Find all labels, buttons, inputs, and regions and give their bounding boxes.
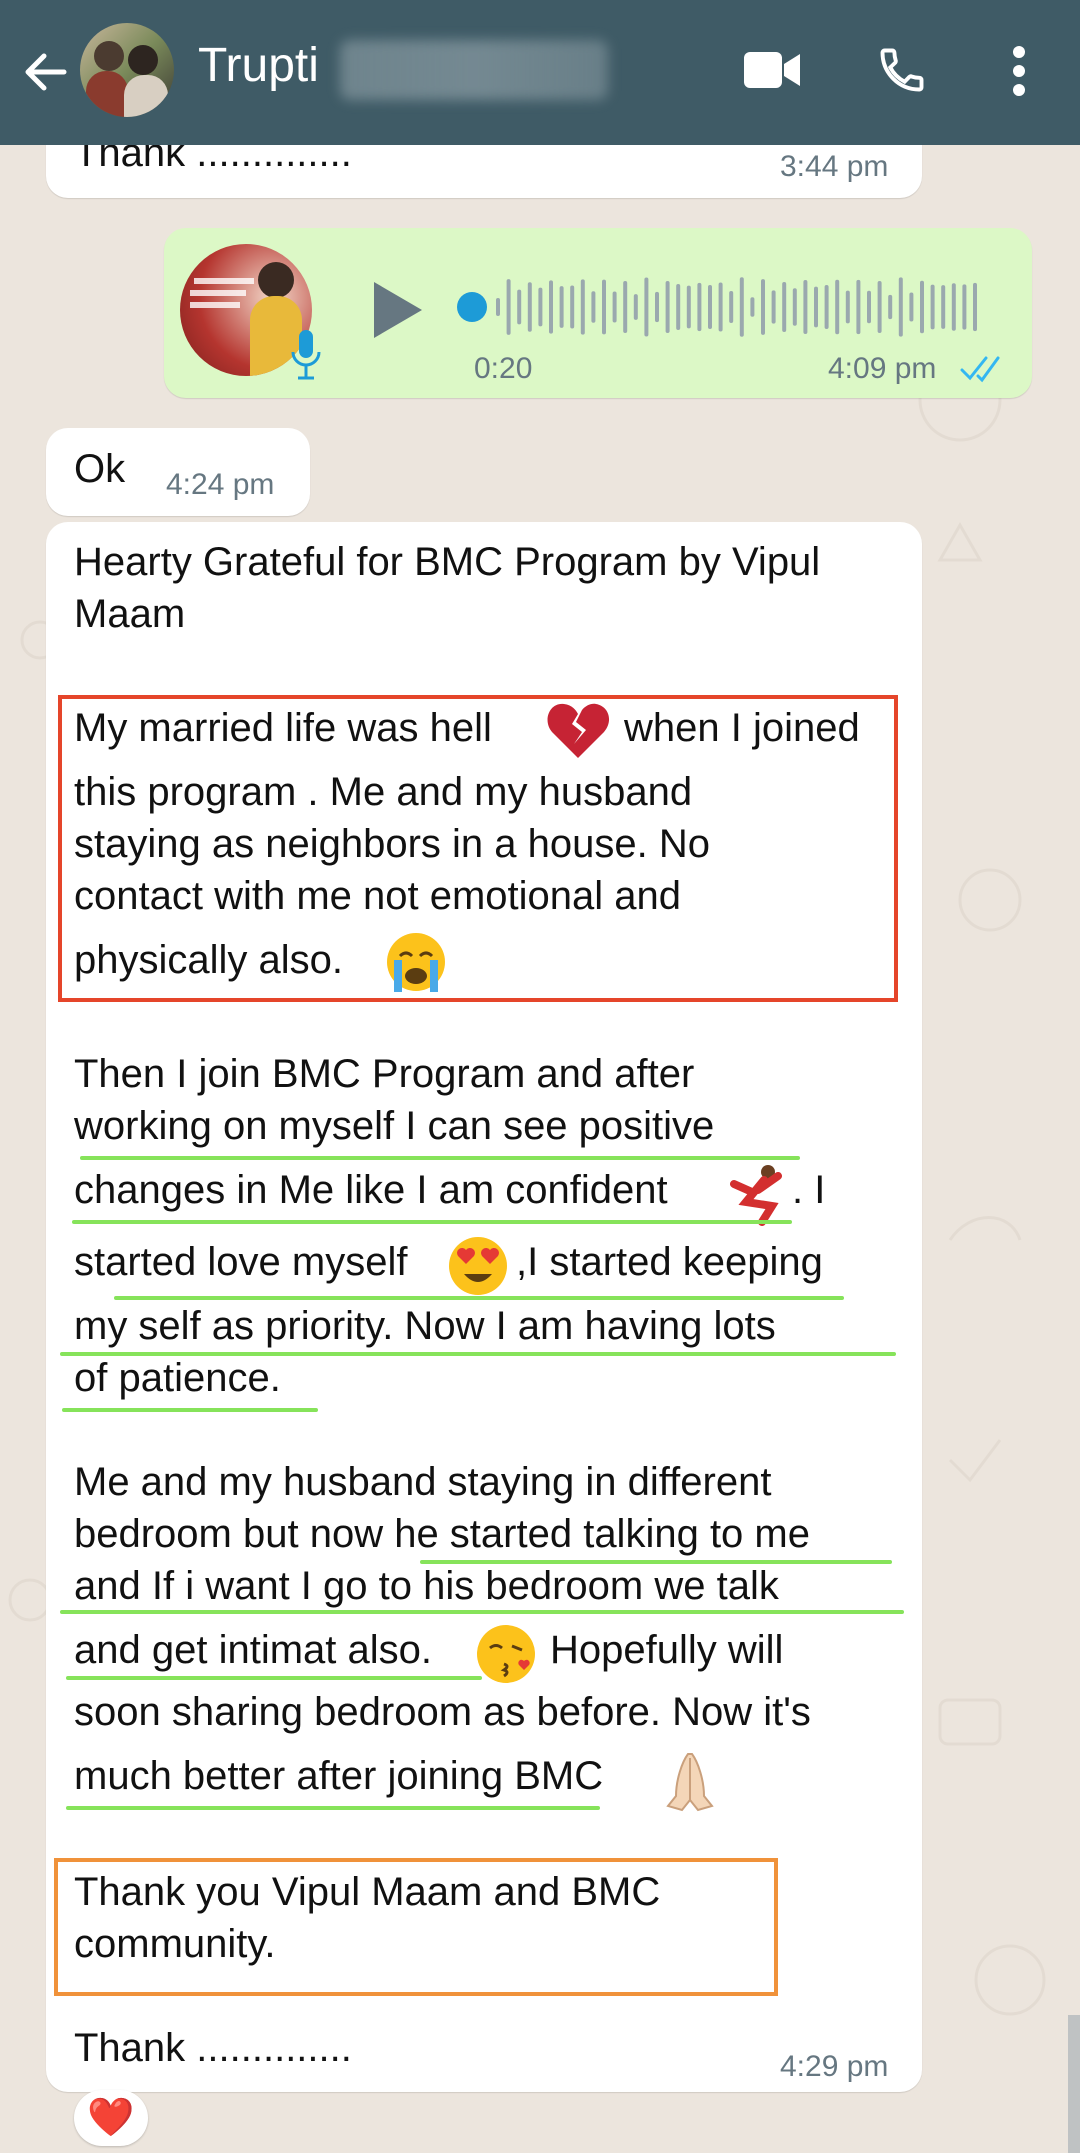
green-underline (66, 1676, 482, 1680)
chat-header: Trupti (0, 0, 1080, 145)
p2-line-3a: changes in Me like I am confident (74, 1168, 668, 1212)
green-underline (114, 1296, 844, 1300)
p1-line-3: staying as neighbors in a house. No (74, 822, 710, 866)
more-vert-icon[interactable] (1008, 44, 1030, 98)
p1-line-5: physically also. (74, 938, 344, 982)
p3-line-4a: and get intimat also. (74, 1628, 432, 1672)
p3-line-2: bedroom but now he started talking to me (74, 1512, 810, 1556)
p3-line-1: Me and my husband staying in different (74, 1460, 772, 1504)
voice-duration: 0:20 (474, 352, 533, 385)
p2-line-6: of patience. (74, 1356, 281, 1400)
p4-line-2: community. (74, 1922, 276, 1966)
redacted-surname (340, 40, 608, 100)
closing-text: Thank .............. (74, 2026, 352, 2070)
back-arrow-icon[interactable] (18, 44, 74, 100)
read-receipt-icon (960, 356, 1000, 383)
green-underline (72, 1220, 792, 1224)
contact-name[interactable]: Trupti (198, 38, 319, 93)
message-text: Ok (74, 447, 126, 491)
p3-line-6: much better after joining BMC (74, 1754, 604, 1798)
green-underline (60, 1610, 904, 1614)
message-time: 3:44 pm (780, 150, 889, 183)
p2-line-2: working on myself I can see positive (74, 1104, 715, 1148)
heart-eyes-emoji (449, 1237, 507, 1295)
play-button[interactable] (370, 278, 426, 342)
heading-line-1: Hearty Grateful for BMC Program by Vipul (74, 540, 821, 584)
voice-waveform[interactable] (454, 272, 994, 342)
p2-line-3b: . I (792, 1168, 826, 1212)
message-bubble-ok[interactable]: Ok 4:24 pm (46, 428, 310, 516)
p2-line-4b: ,I started keeping (516, 1240, 823, 1284)
message-time: 4:09 pm (828, 352, 937, 385)
p3-line-5: soon sharing bedroom as before. Now it's (74, 1690, 811, 1734)
p4-line-1: Thank you Vipul Maam and BMC (74, 1870, 661, 1914)
broken-heart-emoji (547, 703, 610, 758)
heading-line-2: Maam (74, 592, 186, 636)
microphone-icon (291, 330, 321, 380)
voice-call-icon[interactable] (876, 44, 928, 96)
message-time: 4:29 pm (780, 2050, 889, 2083)
p2-line-5: my self as priority. Now I am having lot… (74, 1304, 776, 1348)
avatar[interactable] (80, 23, 174, 117)
voice-message-bubble[interactable]: 0:20 4:09 pm (164, 228, 1032, 398)
p1-line-4: contact with me not emotional and (74, 874, 682, 918)
p2-line-1: Then I join BMC Program and after (74, 1052, 695, 1096)
p1-line-2: this program . Me and my husband (74, 770, 693, 814)
p3-line-4b: Hopefully will (550, 1628, 784, 1672)
crying-face-emoji (387, 933, 445, 992)
green-underline (62, 1408, 318, 1412)
p3-line-3: and If i want I go to his bedroom we tal… (74, 1564, 779, 1608)
p2-line-4a: started love myself (74, 1240, 408, 1284)
kissing-face-emoji (477, 1625, 535, 1683)
video-call-icon[interactable] (742, 48, 802, 92)
p1-line-1a: My married life was hell (74, 706, 492, 750)
scrollbar[interactable] (1068, 2015, 1080, 2153)
heart-reaction-emoji: ❤️ (87, 2097, 135, 2139)
p1-line-1b: when I joined (624, 706, 860, 750)
green-underline (80, 1156, 800, 1160)
dancer-emoji (730, 1165, 782, 1226)
green-underline (66, 1806, 600, 1810)
folded-hands-emoji (666, 1753, 714, 1812)
reaction-badge[interactable]: ❤️ (74, 2090, 148, 2146)
message-time: 4:24 pm (166, 468, 275, 501)
